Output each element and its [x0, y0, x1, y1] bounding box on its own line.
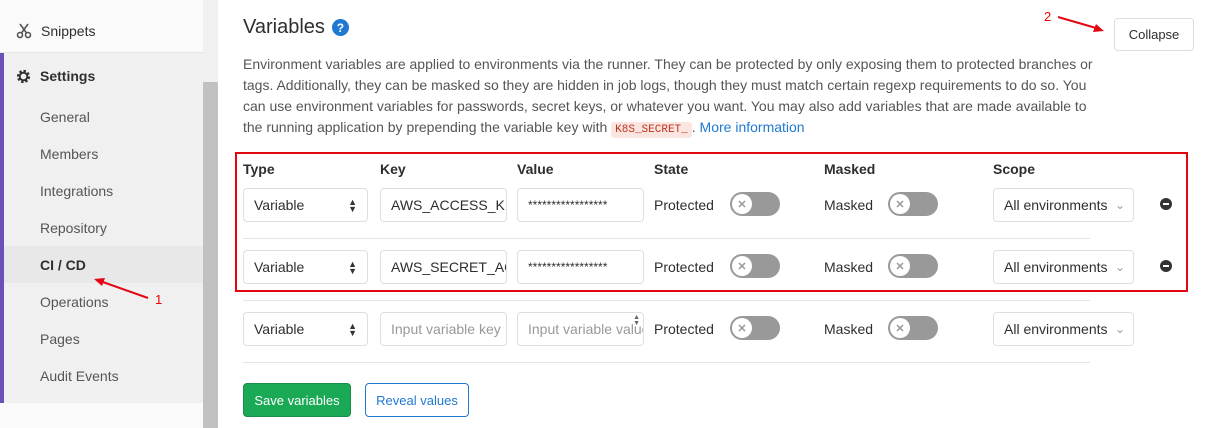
toggle-off-icon: ✕	[890, 318, 910, 338]
sidebar-item-operations[interactable]: Operations	[40, 294, 108, 310]
section-title-text: Variables	[243, 16, 325, 38]
scissors-icon	[16, 23, 32, 39]
reveal-values-button[interactable]: Reveal values	[365, 383, 469, 417]
select-arrows-icon: ▲ ▼	[348, 321, 357, 338]
chevron-down-icon: ⌄	[1114, 322, 1125, 336]
toggle-off-icon: ✕	[732, 318, 752, 338]
masked-label: Masked	[824, 321, 874, 337]
value-textarea[interactable]: Input variable value ▲ ▼	[517, 312, 644, 346]
sidebar-item-pages[interactable]: Pages	[40, 331, 80, 347]
sidebar-item-settings[interactable]: Settings	[0, 54, 203, 98]
help-icon[interactable]: ?	[331, 19, 349, 36]
masked-toggle[interactable]: ✕	[888, 316, 938, 340]
row-divider	[243, 362, 1090, 363]
key-input-placeholder: Input variable key	[391, 321, 501, 337]
section-title: Variables ?	[243, 16, 349, 39]
gear-icon	[16, 69, 31, 83]
section-description: Environment variables are applied to env…	[243, 56, 1093, 138]
resize-handle-icon[interactable]: ▲ ▼	[633, 314, 640, 327]
sidebar-item-label: Snippets	[41, 23, 96, 39]
type-select-value: Variable	[254, 321, 305, 337]
value-textarea-placeholder: Input variable value	[528, 321, 644, 337]
sidebar-item-integrations[interactable]: Integrations	[40, 183, 113, 199]
sidebar-item-repository[interactable]: Repository	[40, 220, 107, 236]
key-input[interactable]: Input variable key	[380, 312, 507, 346]
sidebar-item-general[interactable]: General	[40, 109, 90, 125]
scope-dropdown-value: All environments	[1004, 321, 1108, 337]
active-item-highlight	[4, 246, 203, 283]
collapse-button[interactable]: Collapse	[1114, 18, 1194, 51]
row-divider	[243, 300, 1090, 301]
scope-dropdown[interactable]: All environments ⌄	[993, 312, 1134, 346]
highlight-box	[235, 152, 1188, 292]
protected-toggle[interactable]: ✕	[730, 316, 780, 340]
annotation-number-1: 1	[155, 292, 163, 307]
save-variables-button[interactable]: Save variables	[243, 383, 351, 417]
sidebar-item-label: Settings	[40, 68, 96, 84]
sidebar: Snippets Settings General Members Integr…	[0, 0, 218, 428]
annotation-number-2: 2	[1044, 9, 1052, 24]
sidebar-scrollbar[interactable]	[203, 0, 218, 428]
scrollbar-thumb[interactable]	[203, 82, 218, 428]
sidebar-nav: Snippets Settings General Members Integr…	[0, 0, 203, 428]
sidebar-item-ci-cd[interactable]: CI / CD	[40, 257, 86, 273]
sidebar-item-members[interactable]: Members	[40, 146, 98, 162]
sidebar-item-snippets[interactable]: Snippets	[0, 10, 203, 53]
sidebar-item-audit-events[interactable]: Audit Events	[40, 368, 119, 384]
code-prefix: K8S_SECRET_	[611, 122, 692, 138]
type-select[interactable]: Variable ▲ ▼	[243, 312, 368, 346]
protected-label: Protected	[654, 321, 714, 337]
more-information-link[interactable]: More information	[700, 119, 805, 135]
